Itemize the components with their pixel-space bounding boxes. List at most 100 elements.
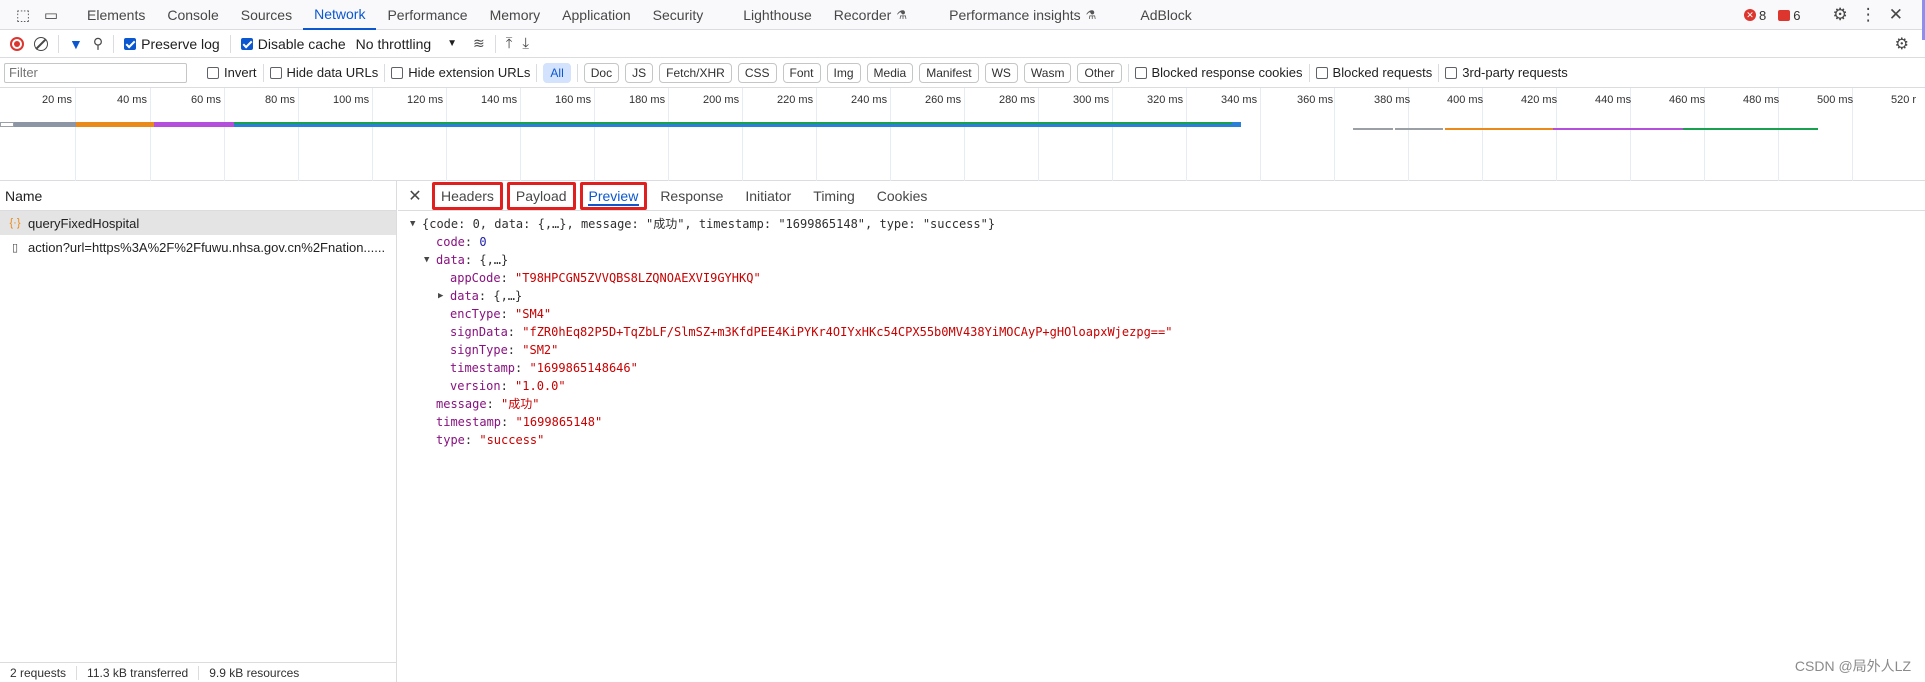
json-row-inner-timestamp: timestamp: "1699865148646" [398, 359, 1925, 377]
tab-headers[interactable]: Headers [432, 181, 503, 210]
checkbox-icon [1134, 66, 1147, 79]
json-colon: : [507, 325, 523, 339]
throttling-select[interactable]: No throttling ▼ [356, 36, 457, 52]
invert-checkbox[interactable]: Invert [207, 65, 257, 80]
filter-divider [536, 63, 538, 82]
timeline-gridline [150, 88, 151, 181]
json-row-data[interactable]: ▼ data: {,…} [398, 251, 1925, 269]
type-filter-img[interactable]: Img [826, 62, 861, 83]
export-har-icon[interactable]: ⤓ [522, 35, 529, 52]
timeline-tick: 40 ms [117, 94, 147, 106]
tab-lighthouse[interactable]: Lighthouse [732, 0, 823, 30]
tab-sources[interactable]: Sources [230, 0, 303, 30]
issues-count: 6 [1793, 7, 1801, 23]
json-root-row[interactable]: ▼ {code: 0, data: {,…}, message: "成功", ti… [398, 215, 1925, 233]
clear-icon[interactable] [34, 36, 48, 51]
tab-initiator[interactable]: Initiator [736, 182, 800, 210]
tab-preview-label: Preview [588, 187, 639, 204]
tab-recorder-label: Recorder [833, 6, 892, 23]
json-key: message [436, 397, 487, 411]
request-row[interactable]: ▯ action?url=https%3A%2F%2Ffuwu.nhsa.gov… [0, 235, 396, 259]
timeline-tick: 120 ms [407, 94, 444, 106]
tab-network[interactable]: Network [303, 0, 377, 30]
timeline-tick: 140 ms [481, 94, 518, 106]
tab-security[interactable]: Security [642, 0, 715, 30]
filter-divider [576, 63, 578, 82]
blocked-response-cookies-checkbox[interactable]: Blocked response cookies [1134, 65, 1303, 80]
type-filter-other[interactable]: Other [1077, 62, 1122, 83]
request-row[interactable]: {·} queryFixedHospital [0, 211, 396, 235]
json-key: encType [450, 307, 501, 321]
type-filter-font[interactable]: Font [782, 62, 821, 83]
tab-performance-insights[interactable]: Performance insights ⚗ [938, 0, 1107, 30]
timeline-overview[interactable]: 20 ms 40 ms 60 ms 80 ms 100 ms 120 ms 14… [0, 88, 1925, 181]
type-filter-fetch-xhr[interactable]: Fetch/XHR [659, 62, 732, 83]
json-value: "成功" [501, 397, 540, 411]
settings-gear-icon[interactable]: ⚙ [1833, 5, 1848, 25]
blocked-requests-checkbox[interactable]: Blocked requests [1315, 65, 1432, 80]
resources-size: 9.9 kB resources [209, 665, 300, 680]
json-colon: : [464, 235, 480, 249]
close-devtools-icon[interactable]: ✕ [1889, 5, 1903, 25]
filter-input[interactable] [4, 62, 187, 83]
hide-extension-urls-checkbox[interactable]: Hide extension URLs [391, 65, 530, 80]
timeline-tick: 360 ms [1297, 94, 1334, 106]
type-filter-wasm[interactable]: Wasm [1023, 62, 1072, 83]
errors-badge[interactable]: ✕ 8 [1744, 8, 1766, 23]
waterfall2-queue-bar [1353, 128, 1393, 130]
issues-badge[interactable]: 6 [1778, 7, 1801, 23]
json-colon: : [515, 361, 530, 375]
filter-divider [1438, 63, 1440, 82]
request-detail-panel: ✕ Headers Payload Preview Response Initi… [398, 181, 1925, 682]
timeline-tick: 280 ms [999, 94, 1036, 106]
close-icon[interactable]: ✕ [404, 186, 426, 206]
tab-recorder[interactable]: Recorder ⚗ [823, 0, 918, 30]
request-list-panel: Name {·} queryFixedHospital ▯ action?url… [0, 181, 397, 682]
hide-data-urls-checkbox[interactable]: Hide data URLs [269, 65, 378, 80]
timeline-tick: 240 ms [851, 94, 888, 106]
tab-payload[interactable]: Payload [506, 181, 576, 210]
tab-cookies[interactable]: Cookies [868, 182, 937, 210]
third-party-requests-checkbox[interactable]: 3rd-party requests [1445, 65, 1568, 80]
json-value: "1699865148" [515, 415, 603, 429]
filter-divider [1308, 63, 1310, 82]
tab-memory[interactable]: Memory [479, 0, 552, 30]
network-settings-gear-icon[interactable]: ⚙ [1895, 34, 1909, 54]
device-toolbar-icon[interactable]: ▭ [40, 4, 62, 26]
invert-label: Invert [224, 65, 257, 80]
tab-preview[interactable]: Preview [579, 181, 648, 210]
checkbox-icon [269, 66, 282, 79]
type-filter-ws[interactable]: WS [984, 62, 1018, 83]
waterfall2-connect-bar [1553, 128, 1683, 130]
tab-performance[interactable]: Performance [376, 0, 478, 30]
hide-extension-urls-label: Hide extension URLs [408, 65, 531, 80]
type-filter-media[interactable]: Media [866, 62, 914, 83]
name-column-header[interactable]: Name [0, 181, 396, 211]
import-har-icon[interactable]: ⤒ [506, 35, 513, 52]
tab-application[interactable]: Application [551, 0, 642, 30]
checkbox-checked-icon [124, 37, 137, 50]
type-filter-all[interactable]: All [543, 62, 571, 83]
tab-timing[interactable]: Timing [804, 182, 864, 210]
transferred-size: 11.3 kB transferred [77, 665, 200, 680]
type-filter-css[interactable]: CSS [737, 62, 777, 83]
disable-cache-checkbox[interactable]: Disable cache [240, 36, 346, 52]
tab-console[interactable]: Console [156, 0, 229, 30]
type-filter-manifest[interactable]: Manifest [919, 62, 979, 83]
search-icon[interactable]: ⚲ [93, 35, 103, 52]
network-conditions-icon[interactable]: ≋ [473, 35, 485, 52]
record-icon[interactable] [10, 36, 24, 51]
tab-elements[interactable]: Elements [76, 0, 156, 30]
more-options-icon[interactable]: ⋮ [1860, 5, 1877, 25]
filter-funnel-icon[interactable]: ▼ [69, 36, 83, 52]
type-filter-doc[interactable]: Doc [583, 62, 620, 83]
tab-response[interactable]: Response [651, 182, 732, 210]
timeline-tick: 380 ms [1374, 94, 1411, 106]
type-filter-js[interactable]: JS [625, 62, 654, 83]
filter-divider [1127, 63, 1129, 82]
json-row-inner-data[interactable]: ▶ data: {,…} [398, 287, 1925, 305]
preserve-log-checkbox[interactable]: Preserve log [124, 36, 220, 52]
inspect-element-icon[interactable]: ⬚ [12, 4, 34, 26]
tab-adblock[interactable]: AdBlock [1129, 0, 1202, 30]
checkbox-checked-icon [240, 37, 253, 50]
